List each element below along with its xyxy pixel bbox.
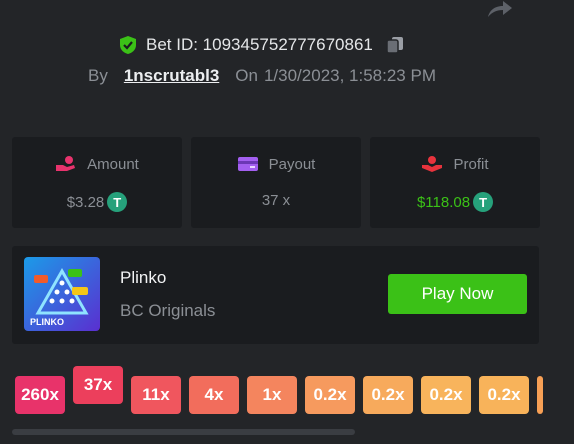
multiplier-slot: 0.2x (305, 376, 355, 414)
payout-label: Payout (268, 155, 316, 173)
game-name[interactable]: Plinko (120, 268, 166, 288)
horizontal-scrollbar[interactable] (12, 429, 355, 435)
by-label: By (88, 66, 108, 85)
on-label: On (235, 66, 258, 85)
copy-icon[interactable] (385, 35, 405, 55)
game-provider: BC Originals (120, 301, 216, 320)
profit-label: Profit (453, 155, 489, 173)
plinko-thumbnail[interactable]: PLINKO (24, 257, 100, 331)
tether-icon: T (107, 192, 128, 212)
thumb-label: PLINKO (30, 317, 64, 327)
verified-shield-icon (120, 36, 136, 54)
bet-datetime: 1/30/2023, 1:58:23 PM (263, 66, 436, 85)
amount-card: Amount $3.28 T (12, 137, 182, 228)
profit-value: $118.08 (416, 193, 471, 211)
multiplier-slot: 11x (131, 376, 181, 414)
amount-value: $3.28 (66, 193, 105, 211)
share-icon[interactable] (486, 0, 514, 18)
bet-author-row: By 1nscrutabl3 On 1/30/2023, 1:58:23 PM (88, 66, 436, 86)
multiplier-slot: 0.2x (479, 376, 529, 414)
bet-id-row: Bet ID: 109345752777670861 (118, 34, 405, 56)
multiplier-slot: 0.2x (363, 376, 413, 414)
profit-icon (422, 156, 443, 172)
multiplier-slot-partial (537, 376, 543, 414)
multiplier-slot: 4x (189, 376, 239, 414)
payout-card: Payout 37 x (191, 137, 361, 228)
wallet-icon (237, 157, 258, 171)
profit-card: Profit $118.08 T (370, 137, 540, 228)
amount-icon (56, 156, 76, 171)
multiplier-slot: 1x (247, 376, 297, 414)
multiplier-slot: 260x (15, 376, 65, 414)
payout-value: 37 x (261, 192, 291, 209)
play-now-button[interactable]: Play Now (388, 274, 527, 314)
amount-label: Amount (87, 155, 139, 173)
username-link[interactable]: 1nscrutabl3 (124, 66, 219, 86)
tether-icon: T (473, 192, 494, 212)
game-card: PLINKO Plinko BC Originals Play Now (12, 246, 539, 344)
multiplier-slot: 0.2x (421, 376, 471, 414)
multiplier-slot-hit: 37x (73, 366, 123, 404)
bet-id: Bet ID: 109345752777670861 (146, 35, 373, 54)
